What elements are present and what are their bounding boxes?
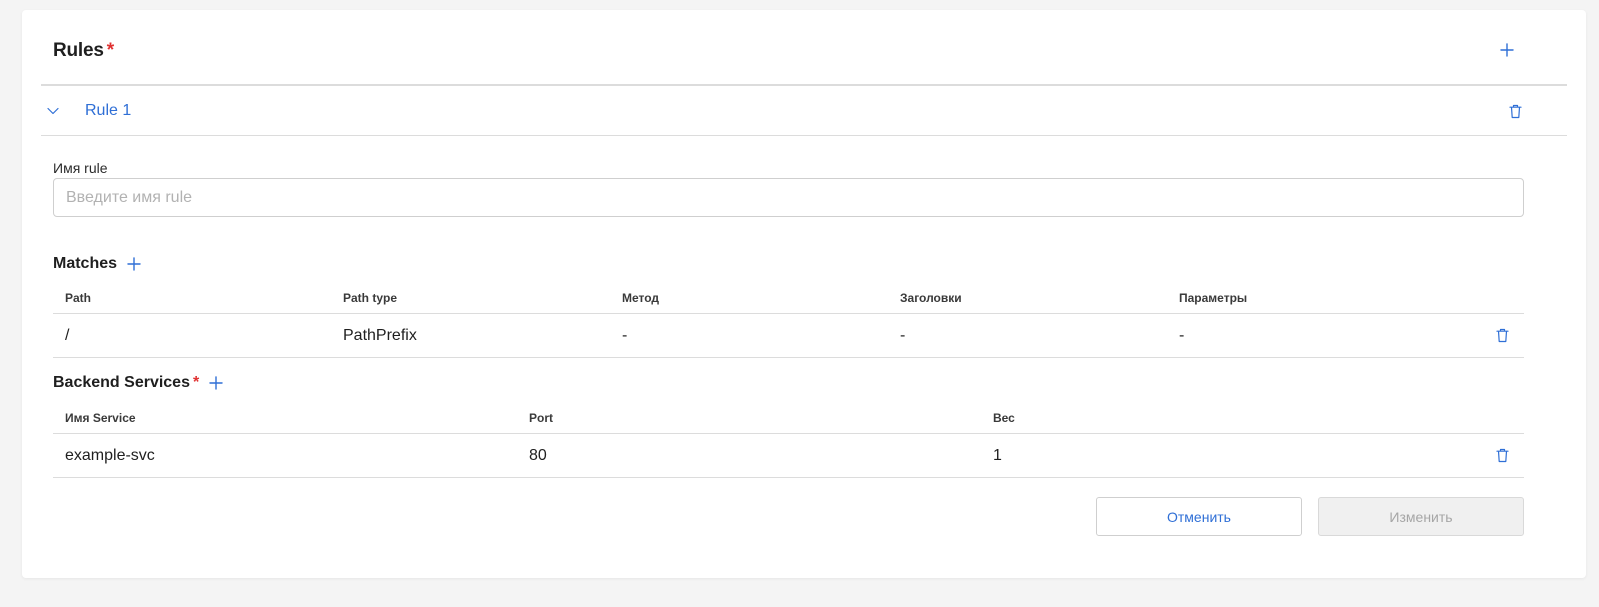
add-rule-icon[interactable] <box>1499 42 1515 58</box>
backend-services-table-header: Имя Service Port Вес <box>53 398 1524 434</box>
rule-title[interactable]: Rule 1 <box>85 102 131 120</box>
rule-name-label: Имя rule <box>53 160 108 176</box>
required-marker: * <box>106 40 114 61</box>
delete-match-icon[interactable] <box>1496 328 1509 343</box>
matches-table: Path Path type Метод Заголовки Параметры… <box>53 278 1524 358</box>
column-header-headers: Заголовки <box>900 291 962 305</box>
rule-1-row[interactable]: Rule 1 <box>41 86 1567 136</box>
add-backend-service-icon[interactable] <box>209 376 223 390</box>
column-header-path-type: Path type <box>343 291 398 305</box>
match-params: - <box>1179 327 1185 344</box>
service-weight: 1 <box>993 447 1002 464</box>
cancel-button[interactable]: Отменить <box>1096 497 1302 536</box>
delete-backend-service-icon[interactable] <box>1496 448 1509 463</box>
match-headers: - <box>900 327 906 344</box>
column-header-params: Параметры <box>1179 291 1248 305</box>
match-path-type: PathPrefix <box>343 327 417 344</box>
service-port: 80 <box>529 447 547 464</box>
chevron-down-icon[interactable] <box>47 102 59 120</box>
backend-services-section-title: Backend Services * <box>53 374 223 392</box>
table-row: / PathPrefix - - - <box>53 314 1524 358</box>
required-marker: * <box>192 374 200 391</box>
service-name: example-svc <box>65 447 155 464</box>
rules-title: Rules * <box>53 40 114 61</box>
column-header-port: Port <box>529 411 553 425</box>
match-path: / <box>65 327 70 344</box>
column-header-weight: Вес <box>993 411 1015 425</box>
column-header-path: Path <box>65 291 92 305</box>
add-match-icon[interactable] <box>127 257 141 271</box>
delete-rule-icon[interactable] <box>1508 103 1522 119</box>
matches-section-title: Matches <box>53 255 141 273</box>
column-header-service-name: Имя Service <box>65 411 136 425</box>
column-header-method: Метод <box>622 291 660 305</box>
backend-services-table: Имя Service Port Вес example-svc 80 1 <box>53 398 1524 478</box>
rules-header: Rules * <box>41 10 1567 86</box>
matches-table-header: Path Path type Метод Заголовки Параметры <box>53 278 1524 314</box>
table-row: example-svc 80 1 <box>53 434 1524 478</box>
submit-button[interactable]: Изменить <box>1318 497 1524 536</box>
match-method: - <box>622 327 628 344</box>
rules-card: Rules* Rule 1 Имя rule Matches Path Path… <box>22 10 1586 578</box>
rule-name-input[interactable] <box>53 178 1524 217</box>
